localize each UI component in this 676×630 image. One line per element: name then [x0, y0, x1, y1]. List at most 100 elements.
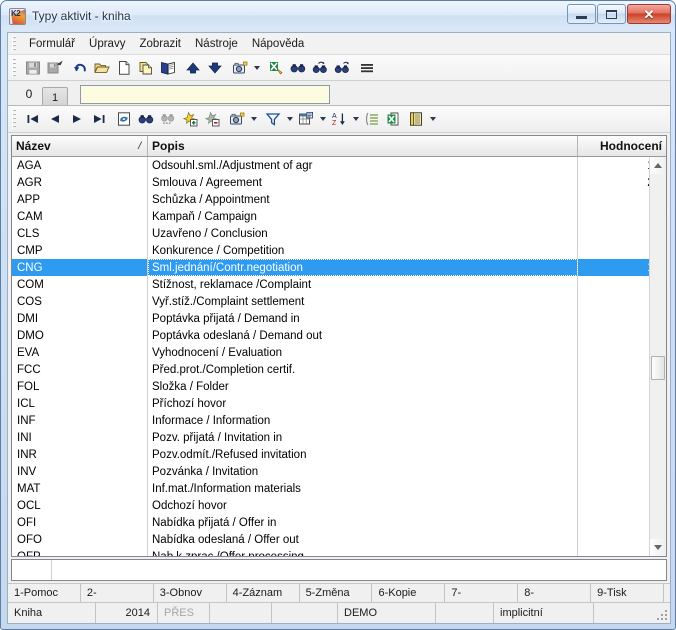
previous-record-icon[interactable]	[44, 108, 66, 130]
minimize-button[interactable]	[567, 4, 596, 24]
cell-nazev[interactable]: OFO	[12, 531, 148, 548]
cell-nazev[interactable]: FCC	[12, 361, 148, 378]
cell-nazev[interactable]: COM	[12, 276, 148, 293]
cell-popis[interactable]: Sml.jednání/Contr.negotiation	[148, 259, 578, 276]
report-icon[interactable]	[405, 108, 427, 130]
cell-popis[interactable]: Schůzka / Appointment	[148, 191, 578, 208]
cell-popis[interactable]: Konkurence / Competition	[148, 242, 578, 259]
cell-nazev[interactable]: COS	[12, 293, 148, 310]
table-row[interactable]: CAMKampaň / Campaign0	[12, 208, 666, 225]
cell-popis[interactable]: Odchozí hovor	[148, 497, 578, 514]
last-record-icon[interactable]	[88, 108, 110, 130]
table-row[interactable]: COSVyř.stíž./Complaint settlement7	[12, 293, 666, 310]
cell-nazev[interactable]: INI	[12, 429, 148, 446]
table-row[interactable]: OCLOdchozí hovor1	[12, 497, 666, 514]
copy-icon[interactable]	[135, 57, 157, 79]
cell-nazev[interactable]: ICL	[12, 395, 148, 412]
table-row[interactable]: AGRSmlouva / Agreement20	[12, 174, 666, 191]
sort-az-icon[interactable]: A Z	[328, 108, 350, 130]
search-icon[interactable]	[135, 108, 157, 130]
move-down-icon[interactable]	[204, 57, 226, 79]
table-row[interactable]: DMOPoptávka odeslaná / Demand out0	[12, 327, 666, 344]
table-row[interactable]: AGAOdsouhl.sml./Adjustment of agr15	[12, 157, 666, 174]
cell-popis[interactable]: Vyhodnocení / Evaluation	[148, 344, 578, 361]
scroll-down-button[interactable]	[650, 539, 666, 556]
table-row[interactable]: OFONabídka odeslaná / Offer out6	[12, 531, 666, 548]
close-button[interactable]: ✕	[627, 4, 671, 24]
column-header-hodnoceni[interactable]: Hodnocení	[578, 136, 666, 156]
menu-item-upravy[interactable]: Úpravy	[82, 36, 132, 52]
cell-popis[interactable]: Smlouva / Agreement	[148, 174, 578, 191]
cell-nazev[interactable]: FOL	[12, 378, 148, 395]
cell-nazev[interactable]: AGA	[12, 157, 148, 174]
cell-nazev[interactable]: CMP	[12, 242, 148, 259]
function-key-6[interactable]: 6-Kopie	[372, 584, 446, 602]
open-folder-icon[interactable]	[91, 57, 113, 79]
group-icon[interactable]	[361, 108, 383, 130]
cell-nazev[interactable]: OFI	[12, 514, 148, 531]
cell-popis[interactable]: Příchozí hovor	[148, 395, 578, 412]
menu-item-zobrazit[interactable]: Zobrazit	[132, 36, 188, 52]
column-header-nazev[interactable]: Název ⁄	[12, 136, 148, 156]
cell-popis[interactable]: Před.prot./Completion certif.	[148, 361, 578, 378]
cell-popis[interactable]: Nabídka přijatá / Offer in	[148, 514, 578, 531]
cell-nazev[interactable]: DMI	[12, 310, 148, 327]
function-key-2[interactable]: 2-	[81, 584, 154, 602]
resize-grip-icon[interactable]	[656, 609, 668, 621]
sort-dropdown-arrow[interactable]	[350, 108, 361, 130]
cell-nazev[interactable]: CNG	[12, 259, 148, 276]
cell-nazev[interactable]: CAM	[12, 208, 148, 225]
cell-nazev[interactable]: APP	[12, 191, 148, 208]
table-row[interactable]: MATInf.mat./Information materials0	[12, 480, 666, 497]
scrollbar-track[interactable]	[650, 174, 666, 539]
function-key-3[interactable]: 3-Obnov	[154, 584, 227, 602]
table-row[interactable]: CLSUzavřeno / Conclusion0	[12, 225, 666, 242]
cell-popis[interactable]: Složka / Folder	[148, 378, 578, 395]
grid-toolbar-gripper[interactable]	[12, 109, 16, 129]
table-row[interactable]: CMPKonkurence / Competition0	[12, 242, 666, 259]
refresh-icon[interactable]	[113, 108, 135, 130]
cell-popis[interactable]: Poptávka odeslaná / Demand out	[148, 327, 578, 344]
list-menu-icon[interactable]	[356, 57, 378, 79]
table-row[interactable]: OFINabídka přijatá / Offer in0	[12, 514, 666, 531]
cell-nazev[interactable]: OFP	[12, 548, 148, 556]
cell-popis[interactable]: Poptávka přijatá / Demand in	[148, 310, 578, 327]
table-row[interactable]: CNGSml.jednání/Contr.negotiation10	[12, 259, 666, 276]
cell-nazev[interactable]: OCL	[12, 497, 148, 514]
grid-layout-icon[interactable]	[295, 108, 317, 130]
column-header-popis[interactable]: Popis	[148, 136, 578, 156]
table-row[interactable]: FOLSložka / Folder0	[12, 378, 666, 395]
main-toolbar-gripper[interactable]	[12, 58, 16, 77]
menu-item-formular[interactable]: Formulář	[22, 36, 82, 52]
table-row[interactable]: OFPNab.k zprac./Offer processing3	[12, 548, 666, 556]
cell-popis[interactable]: Pozv. přijatá / Invitation in	[148, 429, 578, 446]
cell-popis[interactable]: Stížnost, reklamace /Complaint	[148, 276, 578, 293]
cell-popis[interactable]: Inf.mat./Information materials	[148, 480, 578, 497]
cell-nazev[interactable]: MAT	[12, 480, 148, 497]
table-row[interactable]: INVPozvánka / Invitation3	[12, 463, 666, 480]
cell-popis[interactable]: Nab.k zprac./Offer processing	[148, 548, 578, 556]
cell-popis[interactable]: Vyř.stíž./Complaint settlement	[148, 293, 578, 310]
scroll-up-button[interactable]	[650, 157, 666, 174]
filter-dropdown-arrow[interactable]	[284, 108, 295, 130]
camera-icon[interactable]	[229, 57, 251, 79]
cell-nazev[interactable]: INV	[12, 463, 148, 480]
cell-nazev[interactable]: INF	[12, 412, 148, 429]
menu-item-nastroje[interactable]: Nástroje	[188, 36, 245, 52]
book-icon[interactable]	[157, 57, 179, 79]
cell-popis[interactable]: Pozv.odmít./Refused invitation	[148, 446, 578, 463]
tab-0[interactable]: 0	[16, 85, 42, 105]
cell-popis[interactable]: Nabídka odeslaná / Offer out	[148, 531, 578, 548]
cell-nazev[interactable]: INR	[12, 446, 148, 463]
table-row[interactable]: INRPozv.odmít./Refused invitation0	[12, 446, 666, 463]
cell-nazev[interactable]: EVA	[12, 344, 148, 361]
maximize-button[interactable]	[597, 4, 626, 24]
table-row[interactable]: ICLPříchozí hovor0	[12, 395, 666, 412]
table-row[interactable]: INIPozv. přijatá / Invitation in0	[12, 429, 666, 446]
cell-nazev[interactable]: AGR	[12, 174, 148, 191]
next-record-icon[interactable]	[66, 108, 88, 130]
menubar-gripper[interactable]	[12, 36, 16, 51]
function-key-8[interactable]: 8-	[518, 584, 592, 602]
scrollbar-thumb[interactable]	[651, 356, 665, 380]
cell-nazev[interactable]: DMO	[12, 327, 148, 344]
